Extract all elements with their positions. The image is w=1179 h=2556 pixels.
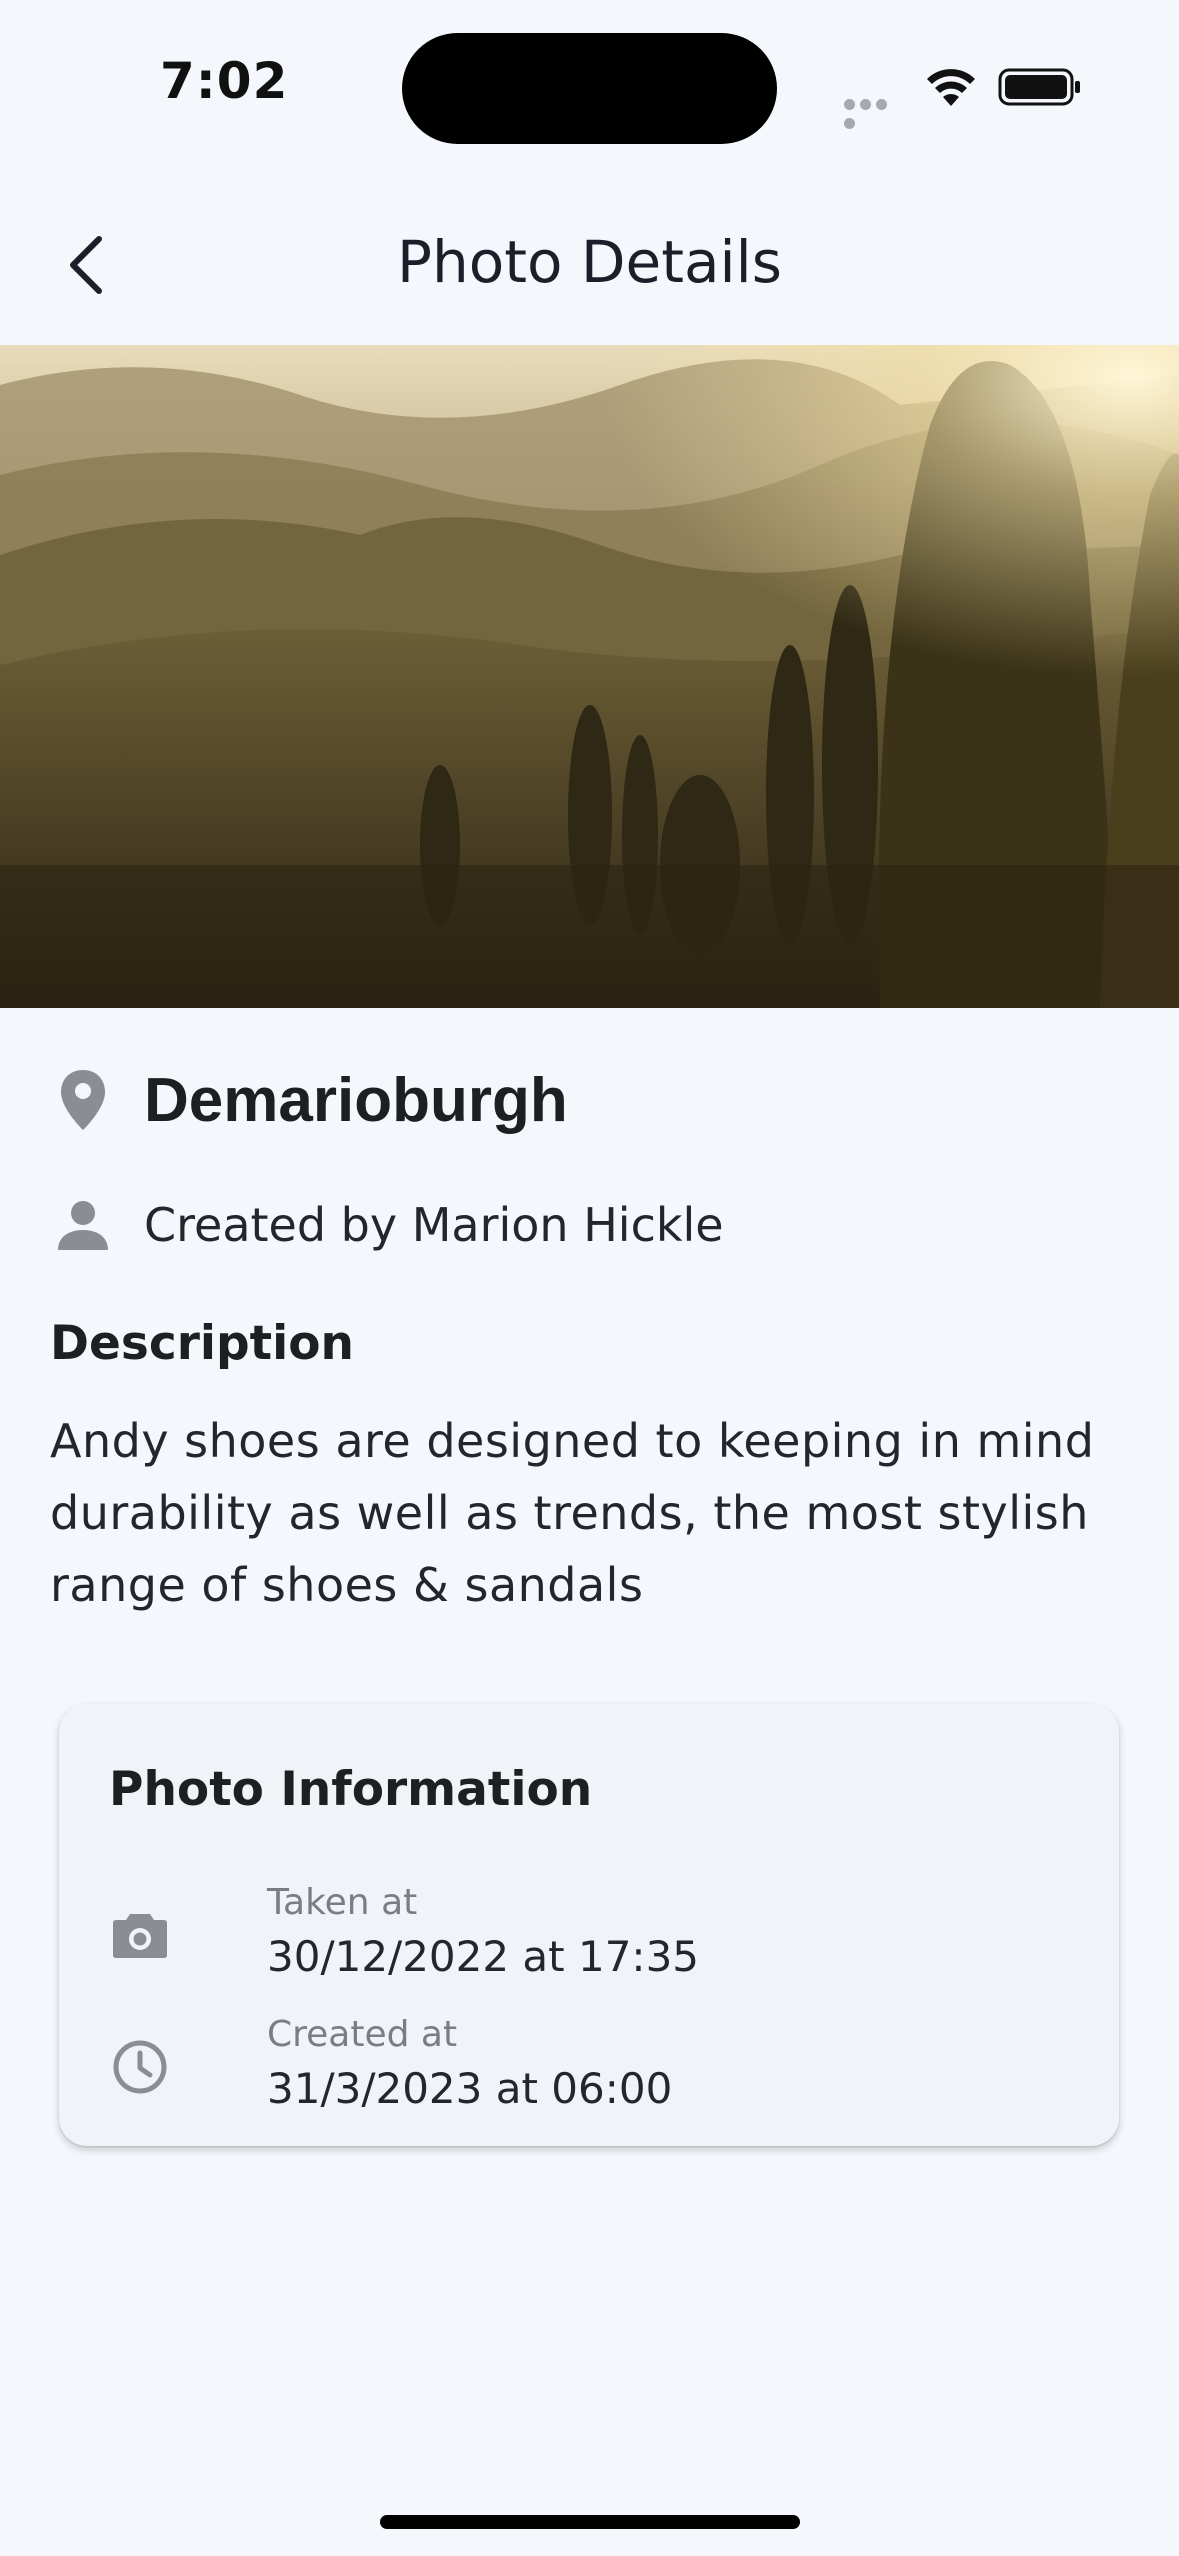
page-title: Photo Details xyxy=(397,228,782,296)
wifi-icon xyxy=(924,66,978,108)
clock-icon xyxy=(109,2036,171,2098)
battery-icon xyxy=(998,66,1082,108)
location-title: Demarioburgh xyxy=(144,1065,568,1135)
description-heading: Description xyxy=(50,1316,354,1371)
navigation-bar: Photo Details xyxy=(0,180,1179,345)
creator-text: Created by Marion Hickle xyxy=(144,1198,724,1252)
creator-row: Created by Marion Hickle xyxy=(50,1190,724,1260)
dynamic-island xyxy=(402,33,777,144)
info-label: Taken at xyxy=(267,1882,418,1923)
person-icon xyxy=(50,1192,116,1258)
photo-information-card: Photo Information Taken at 30/12/2022 at… xyxy=(59,1704,1119,2146)
location-row: Demarioburgh xyxy=(50,1060,568,1140)
photo-image xyxy=(0,345,1179,1008)
info-value: 31/3/2023 at 06:00 xyxy=(267,2064,673,2113)
created-at-row: Created at 31/3/2023 at 06:00 xyxy=(109,2014,1069,2124)
cellular-signal-icon xyxy=(844,95,906,129)
info-label: Created at xyxy=(267,2014,458,2055)
camera-icon xyxy=(109,1904,171,1966)
home-indicator[interactable] xyxy=(380,2515,800,2529)
card-title: Photo Information xyxy=(109,1762,593,1817)
status-time: 7:02 xyxy=(160,52,289,110)
map-pin-icon xyxy=(50,1067,116,1133)
description-text: Andy shoes are designed to keeping in mi… xyxy=(50,1414,1095,1612)
taken-at-row: Taken at 30/12/2022 at 17:35 xyxy=(109,1882,1069,1992)
status-bar: 7:02 xyxy=(0,0,1179,180)
info-value: 30/12/2022 at 17:35 xyxy=(267,1932,700,1981)
